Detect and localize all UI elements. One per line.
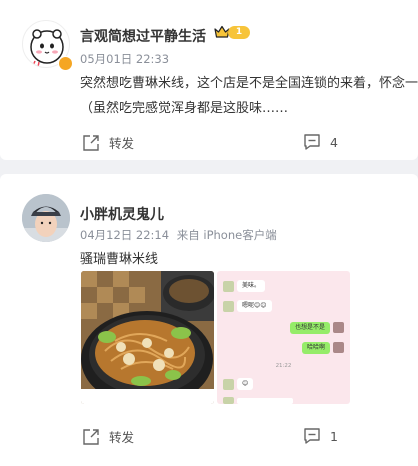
- comment-icon: [304, 428, 320, 444]
- food-photo: [81, 271, 214, 404]
- timestamp[interactable]: 05月01日 22:33: [80, 51, 169, 67]
- chat-bubble: 😊: [237, 378, 254, 390]
- post-image-chat-screenshot[interactable]: 美味。 嗯呢😊😊 也想是不是 哈哈啊 21:22 😊: [217, 271, 350, 404]
- chat-avatar: [223, 379, 234, 390]
- chat-time: 21:22: [275, 363, 292, 369]
- repost-icon: [83, 428, 99, 445]
- user-photo-avatar: [22, 194, 70, 242]
- repost-button[interactable]: 转发: [82, 133, 134, 152]
- post-footer: 转发 4: [0, 131, 418, 155]
- post-footer: 转发 1: [0, 425, 418, 449]
- post-card: 言观简想过平静生活 1 05月01日 22:33 突然想吃曹琳米线，这个店是不是…: [0, 0, 418, 160]
- comment-count: 1: [330, 428, 338, 444]
- chat-avatar-self: [333, 342, 344, 353]
- post-source: 来自 iPhone客户端: [176, 228, 277, 242]
- verified-icon: [58, 56, 73, 71]
- level-badge: 1: [228, 25, 250, 39]
- user-name[interactable]: 言观简想过平静生活: [80, 26, 206, 46]
- repost-label: 转发: [109, 430, 135, 445]
- member-badge[interactable]: 1: [214, 25, 250, 39]
- chat-bubble: 嗯呢😊😊: [237, 300, 272, 312]
- post-text: 骚瑞曹琳米线: [80, 252, 159, 267]
- repost-label: 转发: [109, 136, 135, 151]
- avatar[interactable]: [22, 194, 70, 242]
- comment-count: 4: [330, 134, 338, 150]
- comment-icon: [304, 134, 320, 150]
- comment-button[interactable]: 1: [303, 427, 338, 445]
- user-name[interactable]: 小胖机灵鬼儿: [80, 204, 164, 224]
- post-text-continued: （虽然吃完感觉浑身都是这股味……: [80, 101, 289, 116]
- timestamp-and-source: 04月12日 22:14 来自 iPhone客户端: [80, 227, 277, 243]
- chat-avatar: [223, 301, 234, 312]
- chat-bubble-partial: [237, 398, 293, 404]
- comment-button[interactable]: 4: [303, 133, 338, 151]
- chat-bubble-self: 哈哈啊: [301, 342, 330, 354]
- post-text: 突然想吃曹琳米线，这个店是不是全国连锁的来着，怀念一下: [80, 76, 418, 91]
- repost-button[interactable]: 转发: [82, 427, 134, 446]
- chat-avatar: [223, 397, 234, 404]
- chat-avatar: [223, 281, 234, 292]
- post-image-food[interactable]: [81, 271, 214, 404]
- chat-avatar-self: [333, 322, 344, 333]
- chat-bubble: 美味。: [237, 280, 266, 292]
- timestamp[interactable]: 04月12日 22:14: [80, 228, 169, 242]
- repost-icon: [83, 134, 99, 151]
- chat-bubble-self: 也想是不是: [289, 322, 330, 334]
